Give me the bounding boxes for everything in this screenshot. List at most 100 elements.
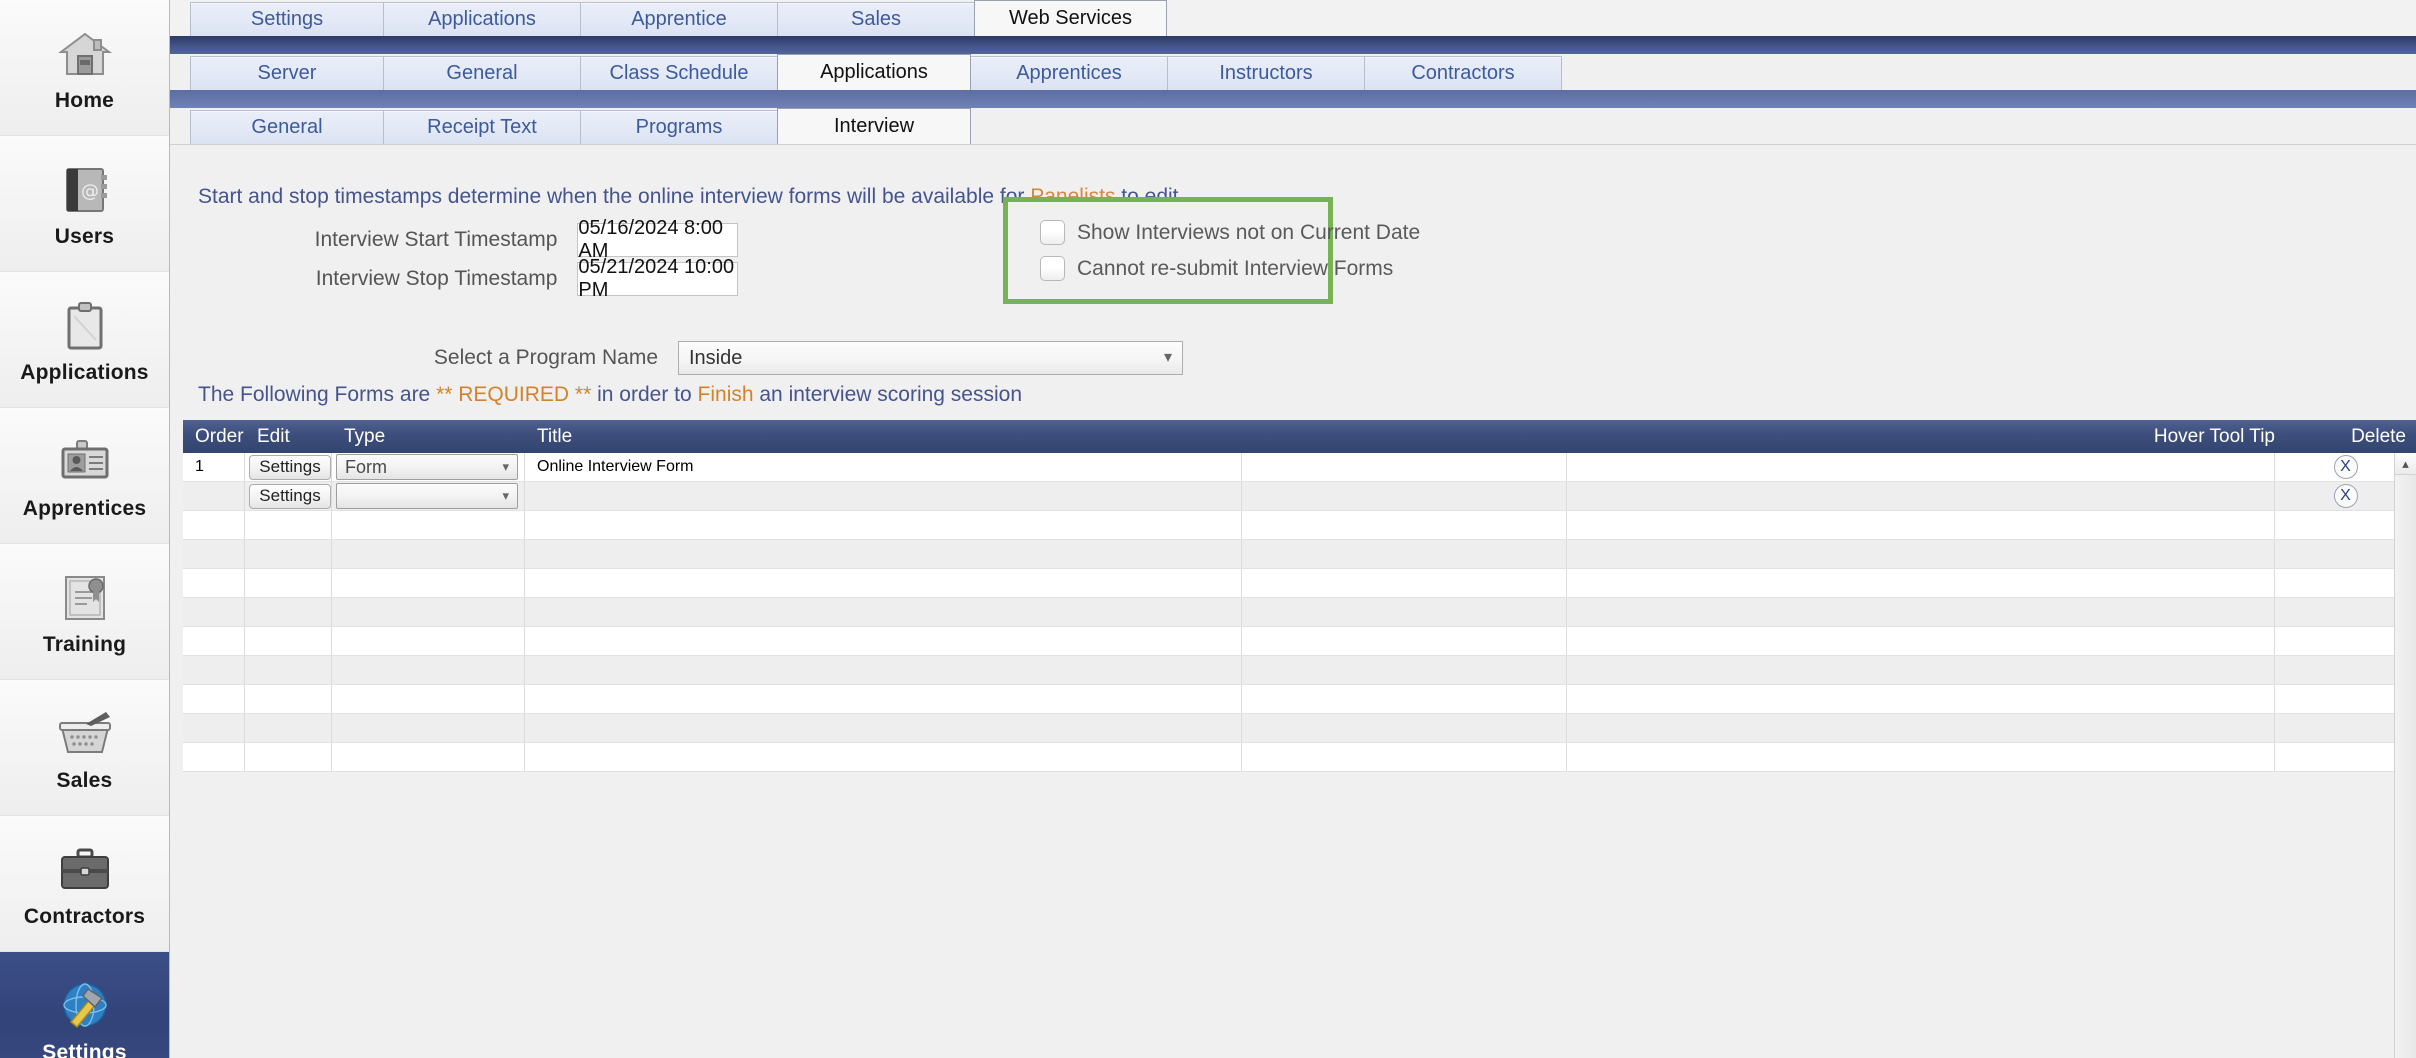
cell-title <box>525 743 1242 771</box>
cannot-resubmit-label: Cannot re-submit Interview Forms <box>1077 256 1394 280</box>
table-row[interactable]: 1 Settings Form ▾ Online Interview Form <box>183 453 2416 482</box>
grid-vertical-scrollbar[interactable]: ▴ <box>2394 453 2416 1058</box>
program-select[interactable]: Inside ▾ <box>678 341 1183 375</box>
tab-applications-sub[interactable]: Applications <box>777 54 971 90</box>
cell-order <box>183 714 245 742</box>
table-row[interactable] <box>183 569 2416 598</box>
type-select-value: Form <box>345 456 387 477</box>
cell-spacer <box>1242 598 1567 626</box>
chevron-up-icon[interactable]: ▴ <box>2395 453 2416 475</box>
cell-hover-tool-tip[interactable] <box>1567 453 2275 481</box>
application-window: Home @ Users Applications Apprentices Tr… <box>0 0 2416 1058</box>
secondary-tab-strip: Server General Class Schedule Applicatio… <box>170 54 2416 90</box>
required-forms-text: The Following Forms are ** REQUIRED ** i… <box>198 383 1022 407</box>
interview-options-highlight-box: Show Interviews not on Current Date Cann… <box>1003 197 1420 304</box>
cell-hover-tool-tip <box>1567 598 2275 626</box>
cell-hover-tool-tip[interactable] <box>1567 482 2275 510</box>
certificate-icon <box>59 567 111 629</box>
cell-edit: Settings <box>245 482 332 510</box>
stop-timestamp-input[interactable]: 05/21/2024 10:00 PM <box>577 256 738 301</box>
table-row[interactable] <box>183 598 2416 627</box>
start-timestamp-input[interactable]: 05/16/2024 8:00 AM <box>577 217 738 262</box>
shopping-basket-icon <box>56 703 114 765</box>
cell-spacer <box>1242 627 1567 655</box>
program-select-label: Select a Program Name <box>433 346 658 369</box>
tab-label: Web Services <box>1008 7 1132 29</box>
tab-label: Apprentice <box>631 8 727 30</box>
type-select[interactable]: Form ▾ <box>336 454 518 480</box>
tab-label: Applications <box>428 8 536 30</box>
tab-applications[interactable]: Applications <box>383 2 581 36</box>
sidebar-item-label: Contractors <box>23 904 146 928</box>
cell-spacer <box>1242 482 1567 510</box>
cell-order <box>183 685 245 713</box>
sidebar-item-settings[interactable]: Settings <box>0 952 169 1058</box>
type-select[interactable]: ▾ <box>336 483 518 509</box>
cell-type <box>332 569 525 597</box>
chevron-down-icon: ▾ <box>502 488 509 503</box>
cell-title: Online Interview Form <box>525 453 1242 481</box>
cell-hover-tool-tip <box>1567 743 2275 771</box>
table-row[interactable]: Settings ▾ X <box>183 482 2416 511</box>
table-row[interactable] <box>183 656 2416 685</box>
cell-type <box>332 598 525 626</box>
tab-receipt-text[interactable]: Receipt Text <box>383 110 581 144</box>
tab-settings[interactable]: Settings <box>190 2 384 36</box>
primary-tab-strip: Settings Applications Apprentice Sales W… <box>170 0 2416 36</box>
tab-server[interactable]: Server <box>190 56 384 90</box>
cell-spacer <box>1242 540 1567 568</box>
address-book-icon: @ <box>59 159 111 221</box>
sidebar-item-home[interactable]: Home <box>0 0 169 136</box>
table-row[interactable] <box>183 743 2416 772</box>
tab-apprentices[interactable]: Apprentices <box>970 56 1168 90</box>
table-row[interactable] <box>183 511 2416 540</box>
sidebar-item-apprentices[interactable]: Apprentices <box>0 408 169 544</box>
cell-title <box>525 627 1242 655</box>
tab-programs[interactable]: Programs <box>580 110 778 144</box>
cell-edit: Settings <box>245 453 332 481</box>
delete-row-button[interactable]: X <box>2333 484 2358 508</box>
tab-general-3[interactable]: General <box>190 110 384 144</box>
tab-instructors[interactable]: Instructors <box>1167 56 1365 90</box>
tab-contractors[interactable]: Contractors <box>1364 56 1562 90</box>
tab-apprentice[interactable]: Apprentice <box>580 2 778 36</box>
required-text-emphasis: ** REQUIRED ** <box>436 383 592 406</box>
settings-button[interactable]: Settings <box>249 454 331 480</box>
chevron-down-icon: ▾ <box>1163 349 1172 366</box>
tab-interview[interactable]: Interview <box>777 108 971 144</box>
sidebar-item-label: Apprentices <box>22 496 147 520</box>
sidebar-item-label: Sales <box>56 768 113 792</box>
sidebar-item-training[interactable]: Training <box>0 544 169 680</box>
table-row[interactable] <box>183 627 2416 656</box>
hammer-globe-icon <box>55 975 115 1037</box>
show-interviews-checkbox[interactable] <box>1040 220 1065 245</box>
settings-button[interactable]: Settings <box>249 483 331 509</box>
sidebar-item-label: Settings <box>42 1040 127 1058</box>
sidebar-item-sales[interactable]: Sales <box>0 680 169 816</box>
required-text-2: in order to <box>591 383 698 406</box>
table-row[interactable] <box>183 540 2416 569</box>
tab-sales[interactable]: Sales <box>777 2 975 36</box>
sidebar-item-contractors[interactable]: Contractors <box>0 816 169 952</box>
cell-order <box>183 569 245 597</box>
cell-hover-tool-tip <box>1567 540 2275 568</box>
sidebar-item-applications[interactable]: Applications <box>0 272 169 408</box>
table-row[interactable] <box>183 685 2416 714</box>
tab-web-services[interactable]: Web Services <box>974 0 1167 36</box>
cell-type: Form ▾ <box>332 453 525 481</box>
grid-body: 1 Settings Form ▾ Online Interview Form <box>183 453 2416 772</box>
required-text-3: an interview scoring session <box>753 383 1023 406</box>
cell-type <box>332 714 525 742</box>
program-select-row: Select a Program Name Inside ▾ <box>198 341 1183 375</box>
primary-tab-underline <box>170 36 2416 54</box>
tab-general[interactable]: General <box>383 56 581 90</box>
cell-order <box>183 627 245 655</box>
delete-row-button[interactable]: X <box>2333 455 2358 479</box>
clipboard-icon <box>59 295 111 357</box>
tab-class-schedule[interactable]: Class Schedule <box>580 56 778 90</box>
cannot-resubmit-checkbox[interactable] <box>1040 256 1065 281</box>
sidebar-item-users[interactable]: @ Users <box>0 136 169 272</box>
tab-label: Instructors <box>1219 62 1313 84</box>
cell-order <box>183 598 245 626</box>
table-row[interactable] <box>183 714 2416 743</box>
